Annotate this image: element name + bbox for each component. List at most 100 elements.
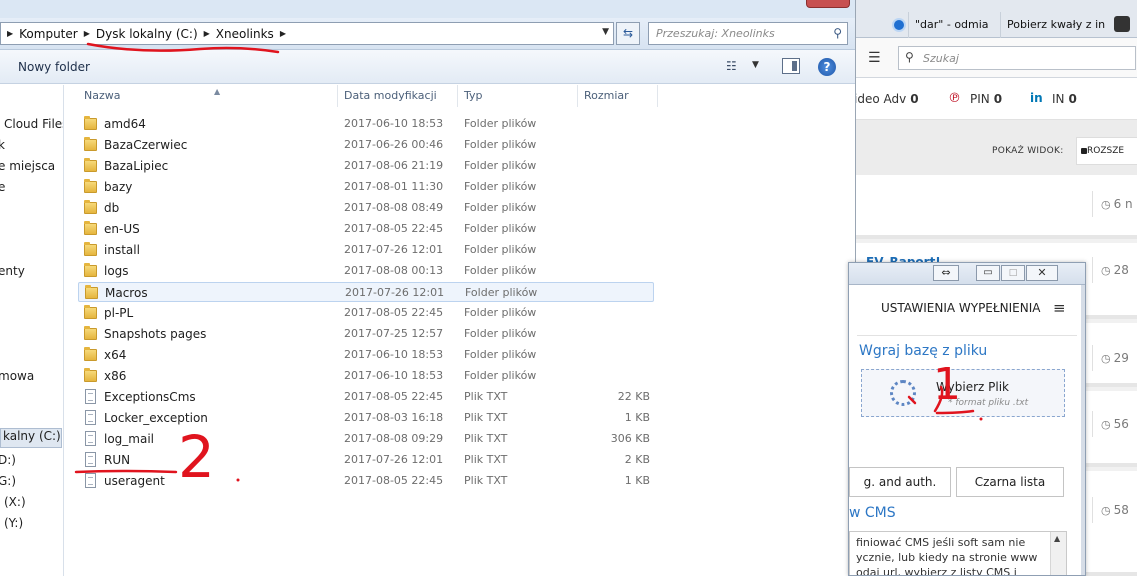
file-name: bazy [104,180,133,194]
tab-blacklist[interactable]: Czarna lista [956,467,1064,497]
linkedin-icon[interactable]: in [1030,91,1043,105]
file-date: 2017-08-05 22:45 [344,306,444,319]
hamburger-menu-icon[interactable]: ≡ [1053,299,1066,317]
explorer-title-bar[interactable] [0,0,855,18]
table-row[interactable]: pl-PL 2017-08-05 22:45 Folder plików [78,303,654,323]
nav-item-local-disk-c[interactable]: kalny (C:) [0,428,62,448]
file-date: 2017-08-05 22:45 [344,390,444,403]
card-time: ◷ 29 [1092,345,1129,371]
file-date: 2017-08-08 00:13 [344,264,444,277]
chevron-right-icon[interactable]: ▶ [5,29,15,38]
nav-item-drive-g[interactable]: G:) [0,474,16,488]
pinterest-icon[interactable]: ℗ [948,91,961,106]
file-name: Snapshots pages [104,327,207,341]
nav-item-drive-d[interactable]: D:) [0,453,16,467]
browser-tab-pobierz[interactable]: Pobierz kwały z in [1000,12,1112,38]
new-folder-button[interactable]: Nowy folder [12,58,96,76]
breadcrumb-xneolinks[interactable]: Xneolinks [212,27,278,41]
tab-reg-auth[interactable]: g. and auth. [849,467,951,497]
view-options-icon[interactable]: ☷ [726,59,737,73]
nav-item-cloud-files[interactable]: Cloud Files [4,117,63,131]
help-icon[interactable]: ? [818,58,836,76]
address-bar[interactable]: ▶ Komputer ▶ Dysk lokalny (C:) ▶ Xneolin… [0,22,614,45]
search-icon[interactable]: ⚲ [833,26,842,40]
breadcrumb-local-disk[interactable]: Dysk lokalny (C:) [92,27,202,41]
file-date: 2017-08-08 08:49 [344,201,444,214]
close-button[interactable]: ✕ [1026,265,1058,281]
table-row[interactable]: install 2017-07-26 12:01 Folder plików [78,240,654,260]
column-header-size[interactable]: Rozmiar [578,85,658,107]
minimize-button[interactable]: ▭ [976,265,1000,281]
table-row[interactable]: useragent 2017-08-05 22:45 Plik TXT 1 KB [78,471,654,491]
nav-item-places[interactable]: e miejsca [0,159,55,173]
scrollbar[interactable]: ▲ [1050,532,1066,575]
nav-item-drive-y[interactable]: (Y:) [4,516,23,530]
table-row[interactable]: en-US 2017-08-05 22:45 Folder plików [78,219,654,239]
table-row[interactable]: db 2017-08-08 08:49 Folder plików [78,198,654,218]
file-type: Folder plików [465,286,538,299]
table-row[interactable]: logs 2017-08-08 00:13 Folder plików [78,261,654,281]
file-explorer-window: ▶ Komputer ▶ Dysk lokalny (C:) ▶ Xneolin… [0,0,856,576]
table-row[interactable]: RUN 2017-07-26 12:01 Plik TXT 2 KB [78,450,654,470]
cms-description-box[interactable]: finiować CMS jeśli soft sam nie ycznie, … [849,531,1067,576]
card-time-value: 28 [1113,263,1129,277]
popup-title-bar[interactable]: ⇔ ▭ □ ✕ [849,263,1085,285]
nav-item-documents[interactable]: enty [0,264,25,278]
table-row[interactable]: amd64 2017-06-10 18:53 Folder plików [78,114,654,134]
cms-description-text: finiować CMS jeśli soft sam nie ycznie, … [856,536,1038,576]
profile-icon[interactable] [1114,16,1130,32]
browser-search-input[interactable]: ⚲ Szukaj [898,46,1136,70]
cms-section-title: w CMS [849,505,896,521]
popup-scrollbar[interactable] [1081,285,1085,575]
window-close-button[interactable] [806,0,850,8]
menu-icon[interactable]: ☰ [868,50,881,66]
search-placeholder: Przeszukaj: Xneolinks [656,27,775,40]
file-name: ExceptionsCms [104,390,196,404]
table-row[interactable]: x86 2017-06-10 18:53 Folder plików [78,366,654,386]
table-row[interactable]: BazaLipiec 2017-08-06 21:19 Folder plików [78,156,654,176]
chevron-right-icon[interactable]: ▶ [278,29,288,38]
preview-pane-icon[interactable] [782,58,800,74]
chevron-right-icon[interactable]: ▶ [82,29,92,38]
scroll-up-icon[interactable]: ▲ [1054,534,1060,543]
folder-icon [84,200,97,214]
table-row[interactable]: Snapshots pages 2017-07-25 12:57 Folder pl… [78,324,654,344]
table-row[interactable]: bazy 2017-08-01 11:30 Folder plików [78,177,654,197]
file-date: 2017-08-01 11:30 [344,180,444,193]
column-header-date[interactable]: Data modyfikacji [338,85,458,107]
file-upload-dropzone[interactable]: Wybierz Plik * format pliku .txt [861,369,1065,417]
list-card[interactable]: ◷ 6 n [856,175,1137,239]
browser-tab-dar[interactable]: "dar" - odmia [908,12,1000,38]
divider [857,335,1077,336]
browser-nav-row: ☰ ⚲ Szukaj [856,38,1137,78]
table-row[interactable]: x64 2017-06-10 18:53 Folder plików [78,345,654,365]
chevron-down-icon[interactable]: ▼ [602,27,609,37]
chevron-right-icon[interactable]: ▶ [202,29,212,38]
share-video[interactable]: ideo Adv 0 [856,92,919,106]
refresh-button[interactable]: ⇆ [616,22,640,45]
table-row[interactable]: Macros 2017-07-26 12:01 Folder plików [78,282,654,302]
resize-icon[interactable]: ⇔ [933,265,959,281]
folder-icon [84,158,97,172]
folder-icon [84,221,97,235]
column-header-type[interactable]: Typ [458,85,578,107]
clock-icon: ◷ [1101,504,1111,517]
share-pin[interactable]: PIN 0 [970,92,1002,106]
table-row[interactable]: ExceptionsCms 2017-08-05 22:45 Plik TXT 22 … [78,387,654,407]
explorer-search-input[interactable]: Przeszukaj: Xneolinks ⚲ [648,22,848,45]
table-row[interactable]: Locker_exception 2017-08-03 16:18 Plik TXT… [78,408,654,428]
column-header-name[interactable]: Nazwa ▲ [78,85,338,107]
file-date: 2017-07-25 12:57 [344,327,444,340]
nav-item-homegroup[interactable]: mowa [0,369,34,383]
table-row[interactable]: log_mail 2017-08-08 09:29 Plik TXT 306 KB [78,429,654,449]
nav-item-drive-x[interactable]: (X:) [4,495,26,509]
nav-item[interactable]: e [0,180,5,194]
chevron-down-icon[interactable]: ▼ [752,60,759,70]
table-row[interactable]: BazaCzerwiec 2017-06-26 00:46 Folder plikó… [78,135,654,155]
share-in[interactable]: IN 0 [1052,92,1077,106]
breadcrumb-computer[interactable]: Komputer [15,27,82,41]
text-file-icon [85,452,96,467]
maximize-button[interactable]: □ [1001,265,1025,281]
view-mode-expanded-button[interactable]: ROZSZE [1076,137,1137,165]
nav-item[interactable]: k [0,138,5,152]
